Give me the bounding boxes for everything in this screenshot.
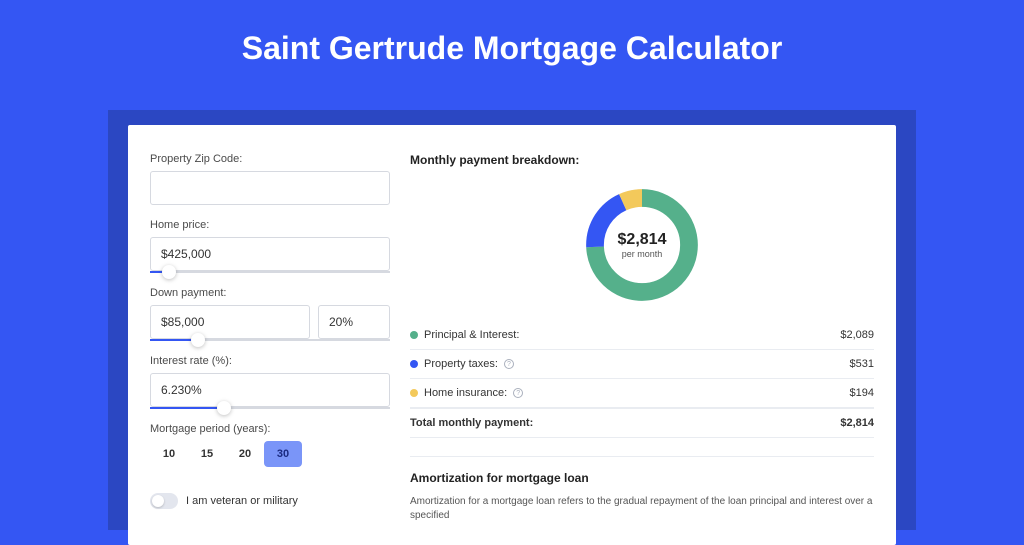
legend-label: Property taxes: [424,358,498,370]
donut-value: $2,814 [618,231,667,249]
breakdown-panel: Monthly payment breakdown: $2,814 per mo… [410,153,874,545]
amortization-block: Amortization for mortgage loan Amortizat… [410,456,874,523]
legend-value: $531 [850,358,874,370]
period-label: Mortgage period (years): [150,423,390,435]
info-icon[interactable]: ? [504,359,514,369]
legend-dot-icon [410,360,418,368]
field-period: Mortgage period (years): 10152030 [150,423,390,467]
period-btn-10[interactable]: 10 [150,441,188,467]
legend: Principal & Interest: $2,089 Property taxe… [410,321,874,408]
period-btn-15[interactable]: 15 [188,441,226,467]
veteran-row: I am veteran or military [150,493,390,509]
zip-label: Property Zip Code: [150,153,390,165]
down-payment-slider[interactable] [150,339,390,341]
legend-row: Home insurance:? $194 [410,379,874,408]
down-payment-label: Down payment: [150,287,390,299]
period-btn-20[interactable]: 20 [226,441,264,467]
home-price-input[interactable] [150,237,390,271]
page-title: Saint Gertrude Mortgage Calculator [0,0,1024,89]
home-price-slider[interactable] [150,271,390,273]
legend-total-row: Total monthly payment: $2,814 [410,408,874,438]
calculator-card: Property Zip Code: Home price: Down paym… [128,125,896,545]
period-btn-30[interactable]: 30 [264,441,302,467]
legend-dot-icon [410,331,418,339]
home-price-slider-thumb[interactable] [162,265,176,279]
legend-row: Principal & Interest: $2,089 [410,321,874,350]
interest-rate-slider-thumb[interactable] [217,401,231,415]
veteran-toggle[interactable] [150,493,178,509]
interest-rate-slider[interactable] [150,407,390,409]
home-price-label: Home price: [150,219,390,231]
legend-value: $194 [850,387,874,399]
breakdown-heading: Monthly payment breakdown: [410,153,874,167]
legend-label: Home insurance: [424,387,507,399]
donut-wrap: $2,814 per month [410,177,874,321]
field-zip: Property Zip Code: [150,153,390,205]
info-icon[interactable]: ? [513,388,523,398]
zip-input[interactable] [150,171,390,205]
legend-dot-icon [410,389,418,397]
amortization-body: Amortization for a mortgage loan refers … [410,495,874,523]
field-interest-rate: Interest rate (%): [150,355,390,409]
veteran-label: I am veteran or military [186,495,298,507]
legend-row: Property taxes:? $531 [410,350,874,379]
field-home-price: Home price: [150,219,390,273]
down-payment-pct-input[interactable] [318,305,390,339]
legend-value: $2,089 [840,329,874,341]
interest-rate-label: Interest rate (%): [150,355,390,367]
payment-donut: $2,814 per month [580,183,704,307]
down-payment-input[interactable] [150,305,310,339]
interest-rate-input[interactable] [150,373,390,407]
donut-sub: per month [618,249,667,259]
legend-label: Principal & Interest: [424,329,519,341]
field-down-payment: Down payment: [150,287,390,341]
down-payment-slider-thumb[interactable] [191,333,205,347]
inputs-panel: Property Zip Code: Home price: Down paym… [150,153,390,545]
amortization-heading: Amortization for mortgage loan [410,471,874,485]
donut-center: $2,814 per month [618,231,667,259]
legend-total-label: Total monthly payment: [410,417,533,429]
legend-total-value: $2,814 [840,417,874,429]
